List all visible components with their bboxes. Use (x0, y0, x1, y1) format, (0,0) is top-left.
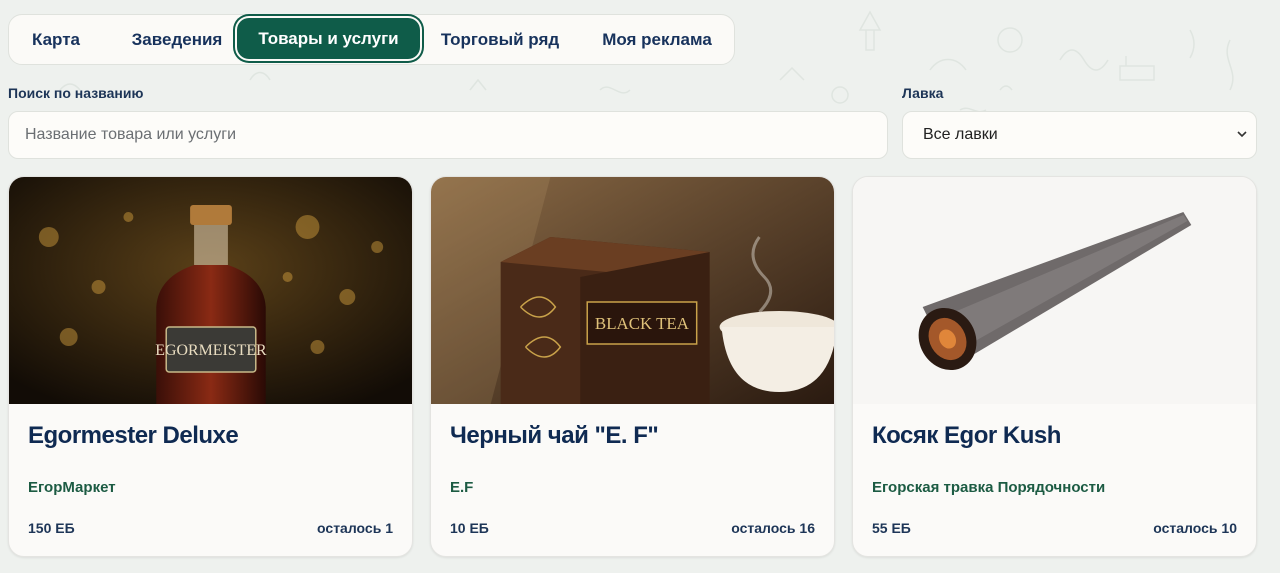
search-input[interactable] (8, 111, 888, 159)
main-tab-bar: Карта Заведения Товары и услуги Торговый… (8, 14, 735, 65)
tea-box-label-text: BLACK TEA (595, 314, 690, 333)
tab-market-row[interactable]: Торговый ряд (431, 23, 569, 56)
product-price: 55 ЕБ (872, 520, 911, 536)
product-price: 150 ЕБ (28, 520, 75, 536)
tab-map[interactable]: Карта (23, 23, 89, 56)
product-card[interactable]: BLACK TEA Черный чай "Е. F" E.F 10 ЕБ ос… (430, 176, 835, 557)
product-shop: E.F (450, 479, 474, 496)
bottle-label-text: EGORMEISTER (155, 342, 267, 359)
shop-select-value: Все лавки (923, 126, 998, 143)
product-stock: осталось 1 (317, 520, 393, 536)
tab-goods-and-services[interactable]: Товары и услуги (237, 18, 420, 59)
product-stock: осталось 16 (731, 520, 815, 536)
product-card[interactable]: EGORMEISTER Egormester Deluxe ЕгорМаркет… (8, 176, 413, 557)
product-title: Черный чай "Е. F" (450, 422, 659, 449)
product-image-liquor-bottle: EGORMEISTER (9, 177, 412, 404)
tab-my-ads[interactable]: Моя реклама (592, 23, 722, 56)
product-shop: Егорская травка Порядочности (872, 479, 1106, 496)
product-price: 10 ЕБ (450, 520, 489, 536)
shop-select[interactable]: Все лавки (902, 111, 1257, 159)
shop-filter-label: Лавка (902, 85, 944, 101)
product-title: Egormester Deluxe (28, 422, 239, 449)
search-label: Поиск по названию (8, 85, 144, 101)
product-title: Косяк Egor Kush (872, 422, 1061, 449)
tab-venues[interactable]: Заведения (117, 23, 237, 56)
product-image-joint (853, 177, 1256, 404)
product-card[interactable]: Косяк Egor Kush Егорская травка Порядочн… (852, 176, 1257, 557)
chevron-down-icon (1237, 131, 1247, 138)
product-shop: ЕгорМаркет (28, 479, 116, 496)
product-stock: осталось 10 (1153, 520, 1237, 536)
product-image-tea-box: BLACK TEA (431, 177, 834, 404)
